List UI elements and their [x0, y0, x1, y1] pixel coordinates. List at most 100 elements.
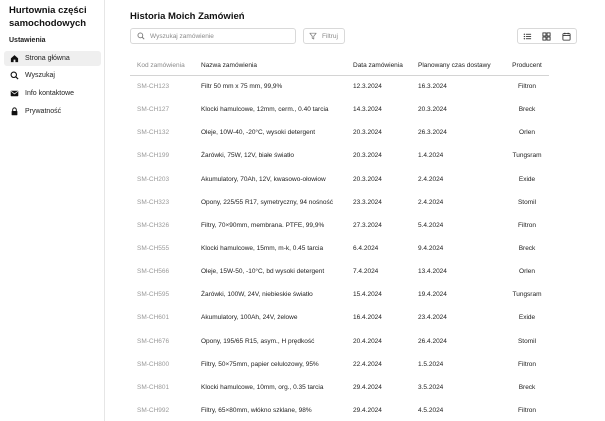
- sidebar-item-label: Strona główna: [25, 55, 70, 62]
- producer: Tungsram: [512, 291, 542, 299]
- table-row[interactable]: SM-CH566 Oleje, 15W-50, -10°C, bd wysoki …: [130, 260, 549, 283]
- table-row[interactable]: SM-CH203 Akumulatory, 70Ah, 12V, kwasowo-…: [130, 168, 549, 191]
- order-name: Filtry, 50×75mm, papier celulozowy, 95%: [201, 360, 319, 368]
- order-code: SM-CH199: [137, 152, 170, 160]
- delivery-date: 23.4.2024: [418, 314, 447, 322]
- order-code: SM-CH992: [137, 407, 170, 415]
- order-code: SM-CH566: [137, 268, 170, 276]
- column-header-producer[interactable]: Producent: [505, 57, 549, 76]
- delivery-date: 13.4.2024: [418, 268, 447, 276]
- producer: Filtron: [517, 407, 537, 415]
- delivery-date: 9.4.2024: [418, 245, 444, 253]
- table-row[interactable]: SM-CH127 Klocki hamulcowe, 12mm, cerm., 0…: [130, 98, 549, 121]
- producer: Stomil: [517, 198, 537, 206]
- order-code: SM-CH555: [137, 245, 170, 253]
- sidebar-item-label: Prywatność: [25, 108, 62, 115]
- producer: Breck: [518, 245, 536, 253]
- order-name: Oleje, 10W-40, -20°C, wysoki detergent: [201, 129, 316, 137]
- search-box[interactable]: [130, 28, 296, 44]
- order-name: Klocki hamulcowe, 15mm, m-k, 0.45 tarcia: [201, 245, 324, 253]
- table-row[interactable]: SM-CH800 Filtry, 50×75mm, papier celulozo…: [130, 353, 549, 376]
- sidebar-item-home[interactable]: Strona główna: [4, 51, 101, 66]
- order-date: 20.4.2024: [353, 337, 382, 345]
- table-row[interactable]: SM-CH199 Żarówki, 75W, 12V, białe światło…: [130, 144, 549, 167]
- delivery-date: 16.3.2024: [418, 83, 447, 91]
- orders-table: Kod zamówienia Nazwa zamówienia Data zam…: [130, 57, 549, 421]
- filter-button[interactable]: Filtruj: [303, 28, 345, 44]
- order-code: SM-CH801: [137, 383, 170, 391]
- producer: Exide: [518, 175, 536, 183]
- table-row[interactable]: SM-CH123 Filtr 50 mm x 75 mm, 99,9% 12.3.2…: [130, 75, 549, 98]
- order-date: 20.3.2024: [353, 175, 382, 183]
- order-code: SM-CH676: [137, 337, 170, 345]
- order-code: SM-CH601: [137, 314, 170, 322]
- table-row[interactable]: SM-CH992 Filtry, 65×80mm, włókno szklane,…: [130, 399, 549, 421]
- delivery-date: 2.4.2024: [418, 175, 444, 183]
- order-date: 22.4.2024: [353, 360, 382, 368]
- order-code: SM-CH132: [137, 129, 170, 137]
- order-code: SM-CH800: [137, 360, 170, 368]
- view-toggle: [517, 28, 577, 44]
- column-header-code[interactable]: Kod zamówienia: [130, 57, 194, 76]
- order-date: 16.4.2024: [353, 314, 382, 322]
- delivery-date: 3.5.2024: [418, 383, 444, 391]
- order-date: 6.4.2024: [353, 245, 379, 253]
- table-row[interactable]: SM-CH595 Żarówki, 100W, 24V, niebieskie ś…: [130, 283, 549, 306]
- order-date: 7.4.2024: [353, 268, 379, 276]
- producer: Filtron: [517, 360, 537, 368]
- order-date: 20.3.2024: [353, 129, 382, 137]
- order-code: SM-CH203: [137, 175, 170, 183]
- order-date: 27.3.2024: [353, 221, 382, 229]
- order-name: Opony, 225/55 R17, symetryczny, 94 nośno…: [201, 198, 333, 206]
- order-code: SM-CH595: [137, 291, 170, 299]
- order-name: Opony, 195/65 R15, asym., H prędkość: [201, 337, 315, 345]
- column-header-order-date[interactable]: Data zamówienia: [346, 57, 411, 76]
- sidebar: Hurtownia części samochodowych Ustawieni…: [0, 0, 105, 421]
- calendar-view-button[interactable]: [557, 29, 576, 43]
- order-name: Klocki hamulcowe, 10mm, org., 0.35 tarci…: [201, 383, 324, 391]
- home-icon: [10, 54, 19, 63]
- delivery-date: 19.4.2024: [418, 291, 447, 299]
- delivery-date: 2.4.2024: [418, 198, 444, 206]
- table-row[interactable]: SM-CH323 Opony, 225/55 R17, symetryczny, …: [130, 191, 549, 214]
- order-date: 23.3.2024: [353, 198, 382, 206]
- column-header-name[interactable]: Nazwa zamówienia: [194, 57, 346, 76]
- delivery-date: 5.4.2024: [418, 221, 444, 229]
- order-name: Akumulatory, 70Ah, 12V, kwasowo-ołowiow: [201, 175, 326, 183]
- producer: Filtron: [517, 83, 537, 91]
- order-name: Oleje, 15W-50, -10°C, bd wysoki detergen…: [201, 268, 325, 276]
- order-code: SM-CH323: [137, 198, 170, 206]
- order-date: 14.3.2024: [353, 106, 382, 114]
- order-date: 29.4.2024: [353, 383, 382, 391]
- producer: Breck: [518, 383, 536, 391]
- order-date: 29.4.2024: [353, 407, 382, 415]
- producer: Exide: [518, 314, 536, 322]
- producer: Orlen: [519, 268, 535, 276]
- sidebar-item-contact[interactable]: Info kontaktowe: [4, 86, 101, 101]
- sidebar-item-search[interactable]: Wyszukaj: [4, 68, 101, 83]
- table-row[interactable]: SM-CH555 Klocki hamulcowe, 15mm, m-k, 0.4…: [130, 237, 549, 260]
- sidebar-item-privacy[interactable]: Prywatność: [4, 104, 101, 119]
- table-row[interactable]: SM-CH676 Opony, 195/65 R15, asym., H pręd…: [130, 330, 549, 353]
- search-icon: [137, 32, 145, 40]
- brand-name: Hurtownia części samochodowych: [9, 5, 87, 29]
- delivery-date: 1.4.2024: [418, 152, 444, 160]
- column-header-delivery[interactable]: Planowany czas dostawy: [411, 57, 505, 76]
- filter-icon: [309, 32, 317, 40]
- list-view-button[interactable]: [518, 29, 537, 43]
- order-date: 12.3.2024: [353, 83, 382, 91]
- order-date: 20.3.2024: [353, 152, 382, 160]
- producer: Orlen: [519, 129, 535, 137]
- grid-view-button[interactable]: [537, 29, 556, 43]
- settings-section-label: Ustawienia: [9, 37, 46, 44]
- order-name: Filtr 50 mm x 75 mm, 99,9%: [201, 83, 283, 91]
- search-input[interactable]: [150, 32, 290, 40]
- order-name: Akumulatory, 100Ah, 24V, żelowe: [201, 314, 298, 322]
- order-code: SM-CH127: [137, 106, 170, 114]
- table-row[interactable]: SM-CH801 Klocki hamulcowe, 10mm, org., 0.…: [130, 376, 549, 399]
- table-row[interactable]: SM-CH601 Akumulatory, 100Ah, 24V, żelowe 1…: [130, 306, 549, 329]
- lock-icon: [10, 107, 19, 116]
- table-row[interactable]: SM-CH132 Oleje, 10W-40, -20°C, wysoki det…: [130, 121, 549, 144]
- producer: Stomil: [517, 337, 537, 345]
- table-row[interactable]: SM-CH326 Filtry, 70×90mm, membrana. PTFE,…: [130, 214, 549, 237]
